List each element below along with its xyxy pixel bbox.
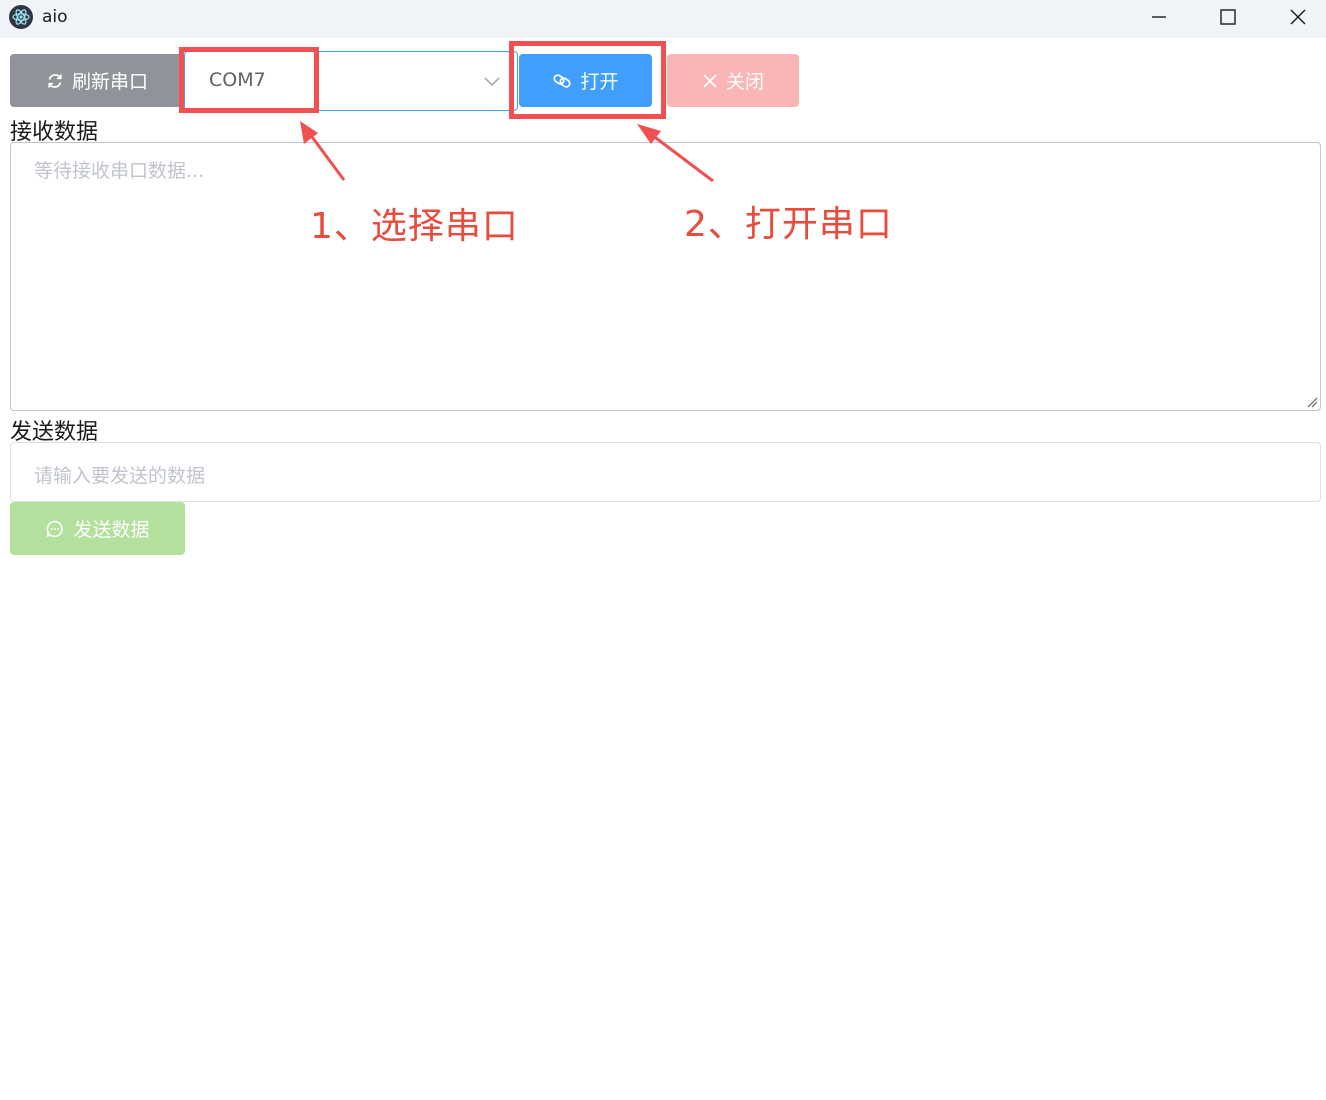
annotation-arrows	[300, 121, 714, 183]
annotation-step1: 1、选择串口	[310, 206, 519, 247]
annotation-step2: 2、打开串口	[684, 204, 893, 245]
